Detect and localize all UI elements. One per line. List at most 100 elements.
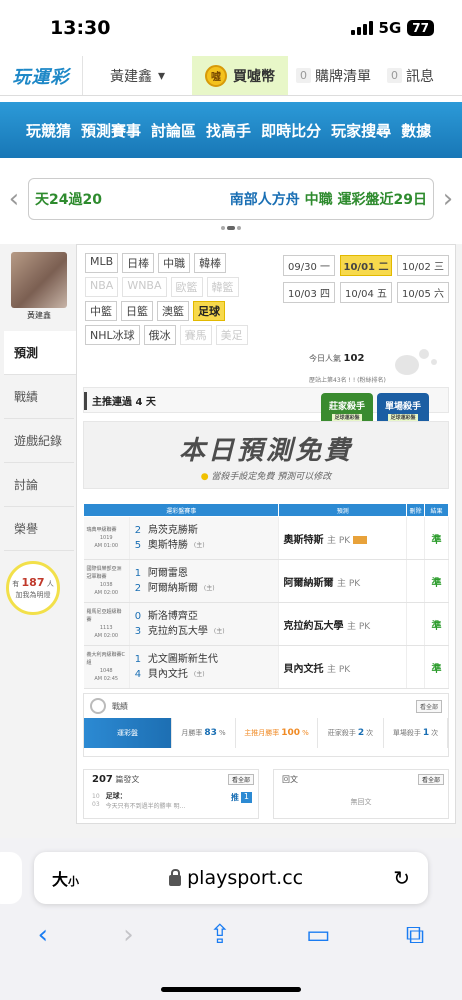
- date-button[interactable]: 10/05 六: [397, 282, 449, 303]
- messages-count: 0: [387, 68, 402, 83]
- delete-cell: [406, 602, 426, 646]
- popularity: 今日人氣 102: [309, 353, 365, 364]
- sport-tag[interactable]: 中職: [158, 253, 191, 273]
- orders-label: 購牌清單: [315, 68, 371, 85]
- sport-filter: MLB 日棒 中職 韓棒 NBA WNBA 歐籃 韓籃中籃 日籃 澳籃 足球 NHL冰球 俄冰 賽馬 美足: [85, 253, 263, 345]
- helped-text: 加我為明燈: [15, 590, 51, 599]
- post-count: 207: [92, 774, 113, 785]
- date-button[interactable]: 10/01 二: [340, 255, 392, 276]
- sport-tag[interactable]: 日籃: [121, 301, 153, 321]
- rank-text: 歷站上第43名 ! ! (粉絲排名): [309, 377, 386, 384]
- previous-tab[interactable]: [0, 852, 22, 904]
- address-bar[interactable]: 大小 playsport.cc ↻: [34, 852, 428, 904]
- user-name: 黃建鑫: [109, 68, 152, 85]
- messages-link[interactable]: 0 訊息: [379, 56, 442, 95]
- marquee-author: 南部人方舟: [229, 192, 300, 208]
- chevron-right-icon[interactable]: ›: [434, 184, 462, 214]
- posts-box: 207 篇發文 看全部 10 03 足球： 今天只有不到過半的勝率 明... 推1: [83, 769, 259, 819]
- stats-more-button[interactable]: 看全部: [415, 700, 442, 713]
- chevron-left-icon[interactable]: ‹: [0, 184, 28, 214]
- banner-title: 本日預測免費: [178, 436, 353, 466]
- sport-tag[interactable]: 賽馬: [179, 325, 212, 345]
- stats-tab-lottery[interactable]: 運彩盤: [84, 718, 172, 748]
- status-bar: 13:30 5G 77: [0, 0, 462, 56]
- avatar[interactable]: [11, 252, 67, 308]
- share-icon[interactable]: ⇪: [209, 920, 231, 950]
- splash-decoration: [385, 345, 445, 379]
- sport-tag[interactable]: 韓籃: [206, 277, 239, 297]
- helped-count: 187: [21, 576, 45, 590]
- menu-item[interactable]: 玩家搜尋: [331, 120, 391, 141]
- date-selector: 09/30 一 10/01 二 10/02 三 10/03 四 10/04 五 10/05…: [283, 255, 449, 303]
- teams-cell: 1 尤文圖斯新生代 4 貝內文托 (主): [129, 645, 280, 689]
- col-header: 預測: [278, 503, 408, 517]
- result-cell: 準: [424, 602, 449, 646]
- stats-box: 戰績 看全部 運彩盤 月勝率 83% 主推月勝率 100% 莊家殺手 2 次 單場殺手 1…: [83, 693, 449, 757]
- menu-item[interactable]: 找高手: [206, 120, 251, 141]
- date-button[interactable]: 10/03 四: [283, 282, 335, 303]
- result-cell: 準: [424, 516, 449, 560]
- menu-item[interactable]: 即時比分: [261, 120, 321, 141]
- forward-icon[interactable]: ›: [123, 920, 133, 950]
- sport-tag[interactable]: 日棒: [122, 253, 155, 273]
- battery-icon: 77: [407, 20, 434, 36]
- home-indicator: [161, 987, 301, 992]
- date-button[interactable]: 10/02 三: [397, 255, 449, 276]
- sport-tag[interactable]: MLB: [85, 253, 119, 273]
- lock-icon: [169, 868, 182, 886]
- delete-cell: [406, 645, 426, 689]
- replies-more-button[interactable]: 看全部: [417, 774, 444, 785]
- bookmarks-icon[interactable]: ▭: [306, 920, 331, 950]
- result-cell: 準: [424, 559, 449, 603]
- tab-discussion[interactable]: 討論: [4, 463, 74, 507]
- league-cell: 義大利丙級聯賽C組 1048 AM 02:45: [83, 645, 130, 689]
- table-row: 國際俱樂部亞洲冠軍聯賽 1038 AM 02:00 1 阿爾雷恩 2 阿爾納斯爾 (主) 阿爾納…: [83, 559, 449, 603]
- hot-icon: [353, 535, 368, 544]
- site-logo[interactable]: 玩運彩: [0, 59, 82, 93]
- sport-tag[interactable]: NHL冰球: [85, 325, 140, 345]
- popularity-value: 102: [343, 353, 365, 364]
- sport-tag[interactable]: 美足: [215, 325, 248, 345]
- tab-record[interactable]: 戰績: [4, 375, 74, 419]
- buy-coin-button[interactable]: 噓 買噓幣: [192, 56, 288, 95]
- menu-item[interactable]: 預測賽事: [81, 120, 141, 141]
- tabs-icon[interactable]: ⧉: [406, 920, 425, 951]
- sport-tag[interactable]: 澳籃: [157, 301, 189, 321]
- back-icon[interactable]: ‹: [38, 920, 48, 950]
- sport-tag[interactable]: 中籃: [85, 301, 117, 321]
- user-menu[interactable]: 黃建鑫 ▾: [82, 56, 192, 95]
- browser-toolbar: ‹ › ⇪ ▭ ⧉: [0, 910, 462, 960]
- sport-tag[interactable]: 韓棒: [194, 253, 227, 273]
- sport-tag[interactable]: NBA: [85, 277, 119, 297]
- news-carousel: ‹ 天24過20 南部人方舟 中職 運彩盤近29日 ›: [0, 166, 462, 232]
- stat-main-rate: 主推月勝率 100%: [236, 718, 318, 748]
- league-cell: 羅馬尼亞超級聯賽 1113 AM 02:00: [83, 602, 130, 646]
- sport-tag[interactable]: WNBA: [122, 277, 167, 297]
- date-button[interactable]: 09/30 一: [283, 255, 335, 276]
- reader-button[interactable]: 大小: [52, 866, 79, 890]
- no-replies: 無回文: [350, 798, 372, 806]
- carousel-item[interactable]: 天24過20 南部人方舟 中職 運彩盤近29日: [28, 178, 434, 220]
- signal-icon: [350, 21, 373, 35]
- menu-item[interactable]: 玩競猜: [26, 120, 71, 141]
- sport-tag[interactable]: 足球: [193, 301, 225, 321]
- tab-game-history[interactable]: 遊戲紀錄: [4, 419, 74, 463]
- stat-banker-killer: 莊家殺手 2 次: [318, 718, 384, 748]
- stat-month-rate: 月勝率 83%: [172, 718, 236, 748]
- menu-item[interactable]: 數據: [401, 120, 431, 141]
- posts-more-button[interactable]: 看全部: [227, 774, 254, 785]
- orders-link[interactable]: 0 購牌清單: [288, 56, 379, 95]
- menu-item[interactable]: 討論區: [151, 120, 196, 141]
- sport-tag[interactable]: 歐籃: [170, 277, 203, 297]
- tab-honor[interactable]: 榮譽: [4, 507, 74, 551]
- date-button[interactable]: 10/04 五: [340, 282, 392, 303]
- tab-predict[interactable]: 預測: [4, 331, 84, 375]
- table-row: 瑞典甲級聯賽 1019 AM 01:00 2 烏茨克勝斯 5 奧斯特勝 (主) 奧斯特斯 主 P…: [83, 516, 449, 560]
- league-cell: 瑞典甲級聯賽 1019 AM 01:00: [83, 516, 130, 560]
- teams-cell: 2 烏茨克勝斯 5 奧斯特勝 (主): [129, 516, 280, 560]
- pager[interactable]: 推1: [231, 792, 252, 803]
- reload-icon[interactable]: ↻: [393, 866, 410, 890]
- light-bulb-button[interactable]: 有 187 人 加我為明燈: [6, 561, 60, 615]
- sport-tag[interactable]: 俄冰: [143, 325, 176, 345]
- top-nav: 玩運彩 黃建鑫 ▾ 噓 買噓幣 0 購牌清單 0 訊息: [0, 56, 462, 96]
